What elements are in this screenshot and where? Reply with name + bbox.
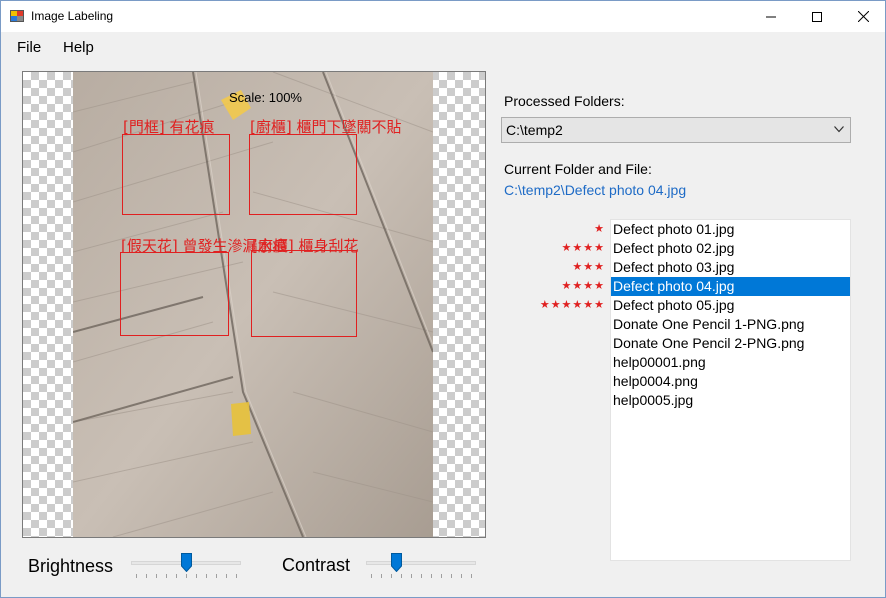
processed-folders-combo[interactable]: C:\temp2 <box>501 117 851 143</box>
star-rating <box>513 353 605 372</box>
slider-thumb[interactable] <box>391 553 402 572</box>
list-item[interactable]: help0004.png <box>611 372 850 391</box>
contrast-label: Contrast <box>282 555 351 575</box>
list-item[interactable]: Defect photo 01.jpg <box>611 220 850 239</box>
slider-tick <box>461 574 462 578</box>
close-icon <box>857 11 869 22</box>
star-rating: ★★★★ <box>561 280 605 292</box>
slider-ticks <box>136 574 237 579</box>
rating-column: ★ ★★★★ ★★★ ★★★★ ★★★★★★ <box>513 220 605 410</box>
minimize-button[interactable] <box>748 1 794 32</box>
brightness-slider[interactable] <box>131 553 241 581</box>
slider-tick <box>156 574 157 578</box>
slider-tick <box>136 574 137 578</box>
star-rating <box>513 315 605 334</box>
slider-tick <box>186 574 187 578</box>
star-rating <box>513 391 605 410</box>
slider-ticks <box>371 574 472 579</box>
slider-tick <box>401 574 402 578</box>
slider-tick <box>206 574 207 578</box>
app-window: Image Labeling File Help Scale: 100% [門框… <box>0 0 886 598</box>
slider-tick <box>411 574 412 578</box>
chevron-down-icon[interactable] <box>834 126 844 133</box>
combo-selected-value: C:\temp2 <box>506 122 563 138</box>
slider-tick <box>166 574 167 578</box>
slider-tick <box>451 574 452 578</box>
annotation-box[interactable] <box>251 250 357 337</box>
list-item[interactable]: Donate One Pencil 1-PNG.png <box>611 315 850 334</box>
contrast-slider[interactable] <box>366 553 476 581</box>
slider-tick <box>391 574 392 578</box>
menu-bar: File Help <box>1 32 885 62</box>
menu-file[interactable]: File <box>17 39 41 56</box>
maximize-icon <box>812 11 822 22</box>
current-file-path[interactable]: C:\temp2\Defect photo 04.jpg <box>504 182 686 198</box>
brightness-label: Brightness <box>28 556 114 576</box>
current-folder-label: Current Folder and File: <box>504 161 652 177</box>
slider-tick <box>381 574 382 578</box>
processed-folders-label: Processed Folders: <box>504 93 625 109</box>
slider-tick <box>471 574 472 578</box>
maximize-button[interactable] <box>794 1 840 32</box>
window-title: Image Labeling <box>31 9 114 23</box>
star-rating <box>513 334 605 353</box>
close-button[interactable] <box>840 1 886 32</box>
title-bar[interactable]: Image Labeling <box>1 1 885 32</box>
scale-indicator: Scale: 100% <box>229 90 302 105</box>
slider-tick <box>176 574 177 578</box>
minimize-icon <box>766 16 776 17</box>
app-icon <box>10 9 24 23</box>
list-item[interactable]: help0005.jpg <box>611 391 850 410</box>
slider-tick <box>441 574 442 578</box>
slider-tick <box>226 574 227 578</box>
star-rating <box>513 372 605 391</box>
star-rating: ★ <box>594 223 605 235</box>
slider-tick <box>146 574 147 578</box>
list-item[interactable]: Defect photo 05.jpg <box>611 296 850 315</box>
annotation-box[interactable] <box>120 252 229 336</box>
image-canvas[interactable]: Scale: 100% [門框] 有花痕 [廚櫃] 櫃門下墜關不貼 [假天花] … <box>22 71 486 538</box>
list-item[interactable]: Defect photo 03.jpg <box>611 258 850 277</box>
slider-tick <box>371 574 372 578</box>
star-rating: ★★★★★★ <box>539 299 605 311</box>
slider-tick <box>236 574 237 578</box>
file-list[interactable]: Defect photo 01.jpg Defect photo 02.jpg De… <box>610 219 851 561</box>
menu-help[interactable]: Help <box>63 39 94 56</box>
list-item[interactable]: help00001.png <box>611 353 850 372</box>
list-item[interactable]: Defect photo 04.jpg <box>611 277 850 296</box>
list-item[interactable]: Donate One Pencil 2-PNG.png <box>611 334 850 353</box>
slider-tick <box>431 574 432 578</box>
slider-thumb[interactable] <box>181 553 192 572</box>
star-rating: ★★★★ <box>561 242 605 254</box>
star-rating: ★★★ <box>572 261 605 273</box>
annotation-box[interactable] <box>122 134 230 215</box>
slider-track <box>366 561 476 565</box>
annotation-box[interactable] <box>249 134 357 215</box>
slider-tick <box>196 574 197 578</box>
slider-tick <box>421 574 422 578</box>
slider-tick <box>216 574 217 578</box>
list-item[interactable]: Defect photo 02.jpg <box>611 239 850 258</box>
